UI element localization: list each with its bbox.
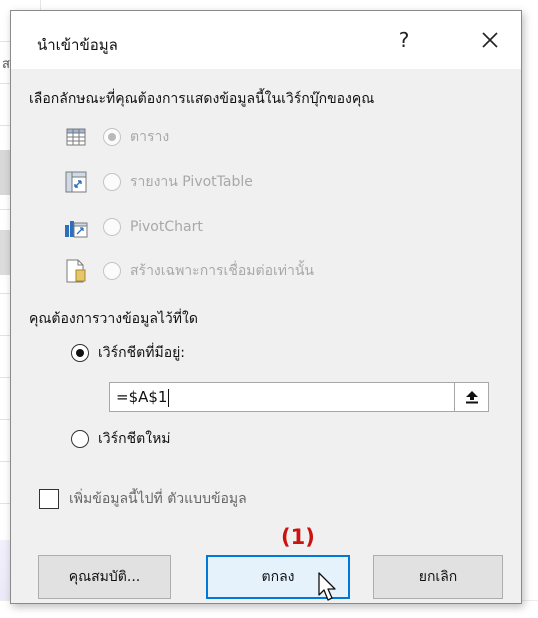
add-to-data-model-label: เพิ่มข้อมูลนี้ไปที่ ตัวแบบข้อมูล xyxy=(69,491,247,507)
new-sheet-label: เวิร์กชีตใหม่ xyxy=(98,431,171,447)
dialog-titlebar: นำเข้าข้อมูล ? xyxy=(11,11,521,69)
option-table[interactable]: ตาราง xyxy=(63,123,169,151)
option-connection-only[interactable]: สร้างเฉพาะการเชื่อมต่อเท่านั้น xyxy=(63,257,314,285)
import-data-dialog: นำเข้าข้อมูล ? เลือกลักษณะที่คุณต้องการแ… xyxy=(10,10,522,604)
option-pivottable-radio[interactable] xyxy=(103,173,121,191)
pivotchart-icon xyxy=(63,214,89,240)
option-pivottable[interactable]: รายงาน PivotTable xyxy=(63,168,253,196)
option-connection-only-label: สร้างเฉพาะการเชื่อมต่อเท่านั้น xyxy=(130,263,314,279)
existing-sheet-radio[interactable] xyxy=(71,344,89,362)
option-table-label: ตาราง xyxy=(130,129,170,145)
cell-reference-input[interactable]: =$A$1 xyxy=(109,382,455,412)
collapse-dialog-button[interactable] xyxy=(455,382,489,412)
close-icon xyxy=(482,32,498,48)
collapse-dialog-icon xyxy=(465,391,478,404)
step-annotation: (1) xyxy=(281,525,315,549)
text-caret xyxy=(168,388,170,407)
add-to-data-model-checkbox[interactable] xyxy=(39,489,59,509)
connection-only-icon xyxy=(63,258,89,284)
row-header-highlight xyxy=(0,230,10,275)
mouse-cursor-icon xyxy=(318,572,336,601)
option-new-sheet[interactable]: เวิร์กชีตใหม่ xyxy=(71,425,171,453)
existing-sheet-label: เวิร์กชีตที่มีอยู่: xyxy=(98,345,186,361)
close-button[interactable] xyxy=(473,23,507,57)
option-connection-only-radio[interactable] xyxy=(103,262,121,280)
row-header-highlight xyxy=(0,150,10,195)
column-letter: ส xyxy=(2,57,10,72)
option-pivotchart-label: PivotChart xyxy=(130,219,203,235)
option-pivotchart[interactable]: PivotChart xyxy=(63,213,203,241)
new-sheet-radio[interactable] xyxy=(71,430,89,448)
cancel-button[interactable]: ยกเลิก xyxy=(373,555,503,599)
add-to-data-model[interactable]: เพิ่มข้อมูลนี้ไปที่ ตัวแบบข้อมูล xyxy=(39,488,247,510)
cell-reference-value: =$A$1 xyxy=(116,388,168,406)
display-section-label: เลือกลักษณะที่คุณต้องการแสดงข้อมูลนี้ในเ… xyxy=(29,91,375,107)
option-pivotchart-radio[interactable] xyxy=(103,218,121,236)
pivottable-icon xyxy=(63,169,89,195)
option-table-radio[interactable] xyxy=(103,128,121,146)
dialog-title: นำเข้าข้อมูล xyxy=(37,36,118,54)
help-button[interactable]: ? xyxy=(389,23,419,57)
location-section-label: คุณต้องการวางข้อมูลไว้ที่ใด xyxy=(29,311,198,327)
option-existing-sheet[interactable]: เวิร์กชีตที่มีอยู่: xyxy=(71,339,185,367)
table-icon xyxy=(63,124,89,150)
properties-button[interactable]: คุณสมบัติ... xyxy=(38,555,171,599)
option-pivottable-label: รายงาน PivotTable xyxy=(130,174,253,190)
